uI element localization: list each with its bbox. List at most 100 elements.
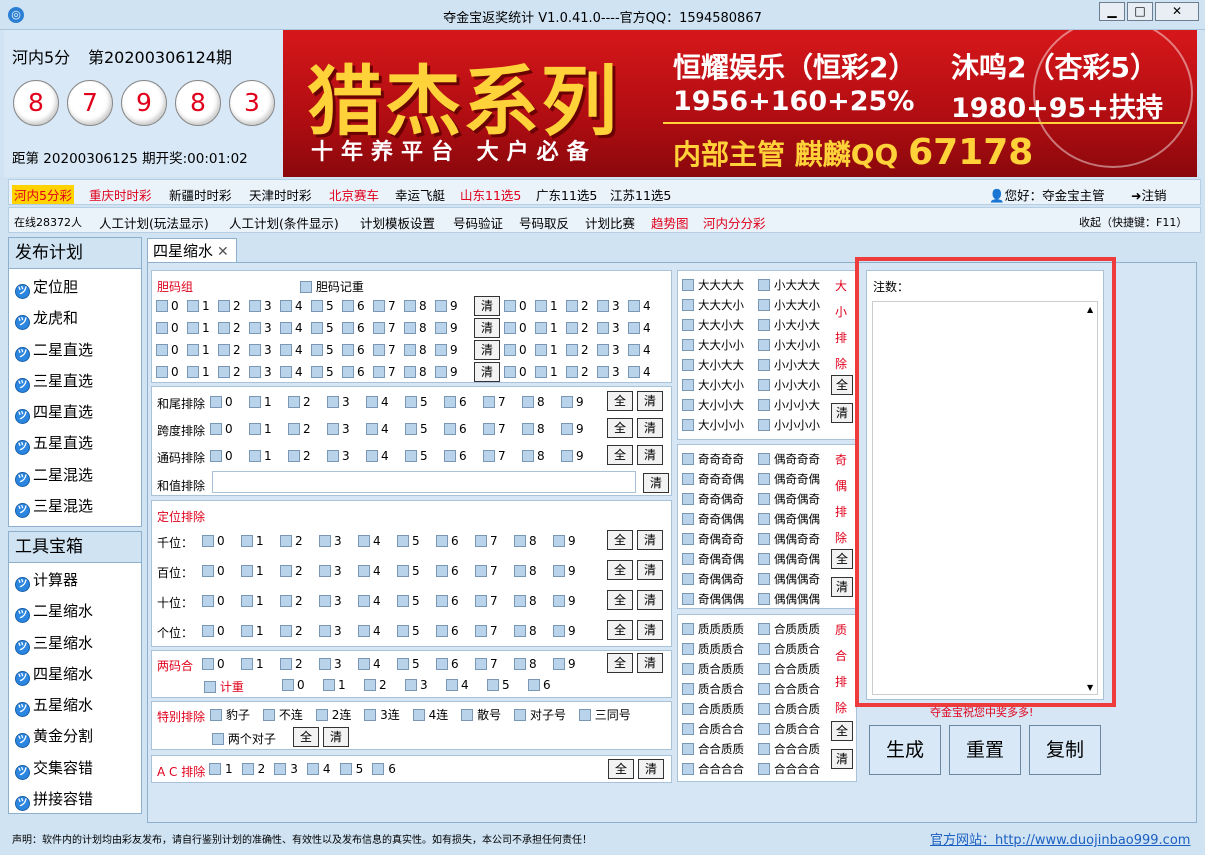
checkbox[interactable]: [366, 396, 378, 408]
checkbox[interactable]: [535, 322, 547, 334]
checkbox[interactable]: [436, 658, 448, 670]
checkbox[interactable]: [249, 300, 261, 312]
sum-all-button[interactable]: 全: [607, 445, 633, 465]
sidebar-item-5shrink[interactable]: ツ五星缩水: [9, 690, 141, 721]
checkbox[interactable]: [204, 681, 216, 693]
checkbox[interactable]: [628, 322, 640, 334]
close-button[interactable]: ✕: [1155, 2, 1199, 21]
pattern-option[interactable]: 大小大小: [682, 377, 744, 393]
checkbox[interactable]: [311, 366, 323, 378]
checkbox[interactable]: [405, 396, 417, 408]
checkbox[interactable]: [358, 625, 370, 637]
scroll-up-icon[interactable]: ▲: [1087, 305, 1093, 314]
checkbox[interactable]: [475, 595, 487, 607]
pattern-option[interactable]: 大大小大: [682, 317, 744, 333]
pattern-option[interactable]: 奇偶奇偶: [682, 551, 744, 567]
pattern-option[interactable]: 偶偶奇奇: [758, 531, 820, 547]
pattern-option[interactable]: 奇奇偶偶: [682, 511, 744, 527]
pattern-option[interactable]: 质质质质: [682, 621, 744, 637]
checkbox[interactable]: [578, 709, 591, 721]
checkbox[interactable]: [628, 366, 640, 378]
sum-all-button[interactable]: 全: [607, 391, 633, 411]
checkbox[interactable]: [682, 703, 694, 715]
checkbox[interactable]: [339, 763, 352, 775]
checkbox[interactable]: [758, 663, 770, 675]
checkbox[interactable]: [758, 453, 770, 465]
checkbox[interactable]: [553, 658, 565, 670]
sidebar-item-golden[interactable]: ツ黄金分割: [9, 721, 141, 752]
checkbox[interactable]: [364, 709, 377, 721]
pattern-option[interactable]: 偶奇偶奇: [758, 491, 820, 507]
checkbox[interactable]: [282, 679, 294, 691]
checkbox[interactable]: [373, 344, 385, 356]
nav-item-manual-plan-cond[interactable]: 人工计划(条件显示): [229, 213, 339, 232]
checkbox[interactable]: [210, 423, 222, 435]
checkbox[interactable]: [187, 366, 199, 378]
tab-close-icon[interactable]: ✕: [217, 244, 229, 260]
special-all-button[interactable]: 全: [293, 727, 319, 747]
checkbox[interactable]: [241, 565, 253, 577]
pattern-clear-button[interactable]: 清: [831, 749, 853, 769]
checkbox[interactable]: [682, 279, 694, 291]
checkbox[interactable]: [358, 658, 370, 670]
checkbox[interactable]: [366, 450, 378, 462]
checkbox[interactable]: [758, 533, 770, 545]
pattern-option[interactable]: 合合质质: [758, 661, 820, 677]
checkbox[interactable]: [566, 366, 578, 378]
pattern-option[interactable]: 小大大大: [758, 277, 820, 293]
pattern-all-button[interactable]: 全: [831, 721, 853, 741]
pattern-option[interactable]: 质合质合: [682, 681, 744, 697]
sidebar-item-4shrink[interactable]: ツ四星缩水: [9, 659, 141, 690]
pattern-option[interactable]: 小大大小: [758, 297, 820, 313]
dan-record-option[interactable]: 胆码记重: [300, 278, 364, 295]
nav-item-manual-plan-play[interactable]: 人工计划(玩法显示): [99, 213, 209, 232]
checkbox[interactable]: [682, 553, 694, 565]
checkbox[interactable]: [758, 683, 770, 695]
checkbox[interactable]: [487, 679, 499, 691]
sidebar-item-calculator[interactable]: ツ计算器: [9, 565, 141, 596]
checkbox[interactable]: [280, 565, 292, 577]
checkbox[interactable]: [327, 423, 339, 435]
checkbox[interactable]: [280, 300, 292, 312]
checkbox[interactable]: [249, 396, 261, 408]
minimize-button[interactable]: ▁: [1099, 2, 1125, 21]
checkbox[interactable]: [535, 366, 547, 378]
checkbox[interactable]: [327, 450, 339, 462]
checkbox[interactable]: [405, 450, 417, 462]
checkbox[interactable]: [404, 366, 416, 378]
checkbox[interactable]: [435, 344, 447, 356]
checkbox[interactable]: [628, 344, 640, 356]
checkbox[interactable]: [306, 763, 319, 775]
checkbox[interactable]: [405, 679, 417, 691]
checkbox[interactable]: [758, 763, 770, 775]
checkbox[interactable]: [156, 322, 168, 334]
checkbox[interactable]: [566, 322, 578, 334]
pattern-option[interactable]: 偶奇奇偶: [758, 471, 820, 487]
checkbox[interactable]: [319, 625, 331, 637]
checkbox[interactable]: [327, 396, 339, 408]
checkbox[interactable]: [218, 366, 230, 378]
pattern-option[interactable]: 合质质质: [758, 621, 820, 637]
checkbox[interactable]: [682, 493, 694, 505]
checkbox[interactable]: [323, 679, 335, 691]
pattern-option[interactable]: 偶奇奇奇: [758, 451, 820, 467]
pattern-option[interactable]: 小小小大: [758, 397, 820, 413]
checkbox[interactable]: [435, 300, 447, 312]
checkbox[interactable]: [514, 595, 526, 607]
checkbox[interactable]: [412, 709, 425, 721]
checkbox[interactable]: [483, 450, 495, 462]
pattern-option[interactable]: 奇奇奇奇: [682, 451, 744, 467]
position-clear-button[interactable]: 清: [637, 560, 663, 580]
sum-all-button[interactable]: 全: [607, 418, 633, 438]
checkbox[interactable]: [682, 473, 694, 485]
checkbox[interactable]: [758, 623, 770, 635]
pattern-option[interactable]: 合合合质: [758, 741, 820, 757]
checkbox[interactable]: [300, 281, 312, 293]
pattern-option[interactable]: 合合质质: [682, 741, 744, 757]
collapse-toggle[interactable]: 收起（快捷键：F11）: [1079, 214, 1187, 230]
checkbox[interactable]: [561, 450, 573, 462]
checkbox[interactable]: [682, 419, 694, 431]
checkbox[interactable]: [241, 658, 253, 670]
checkbox[interactable]: [342, 366, 354, 378]
checkbox[interactable]: [522, 423, 534, 435]
